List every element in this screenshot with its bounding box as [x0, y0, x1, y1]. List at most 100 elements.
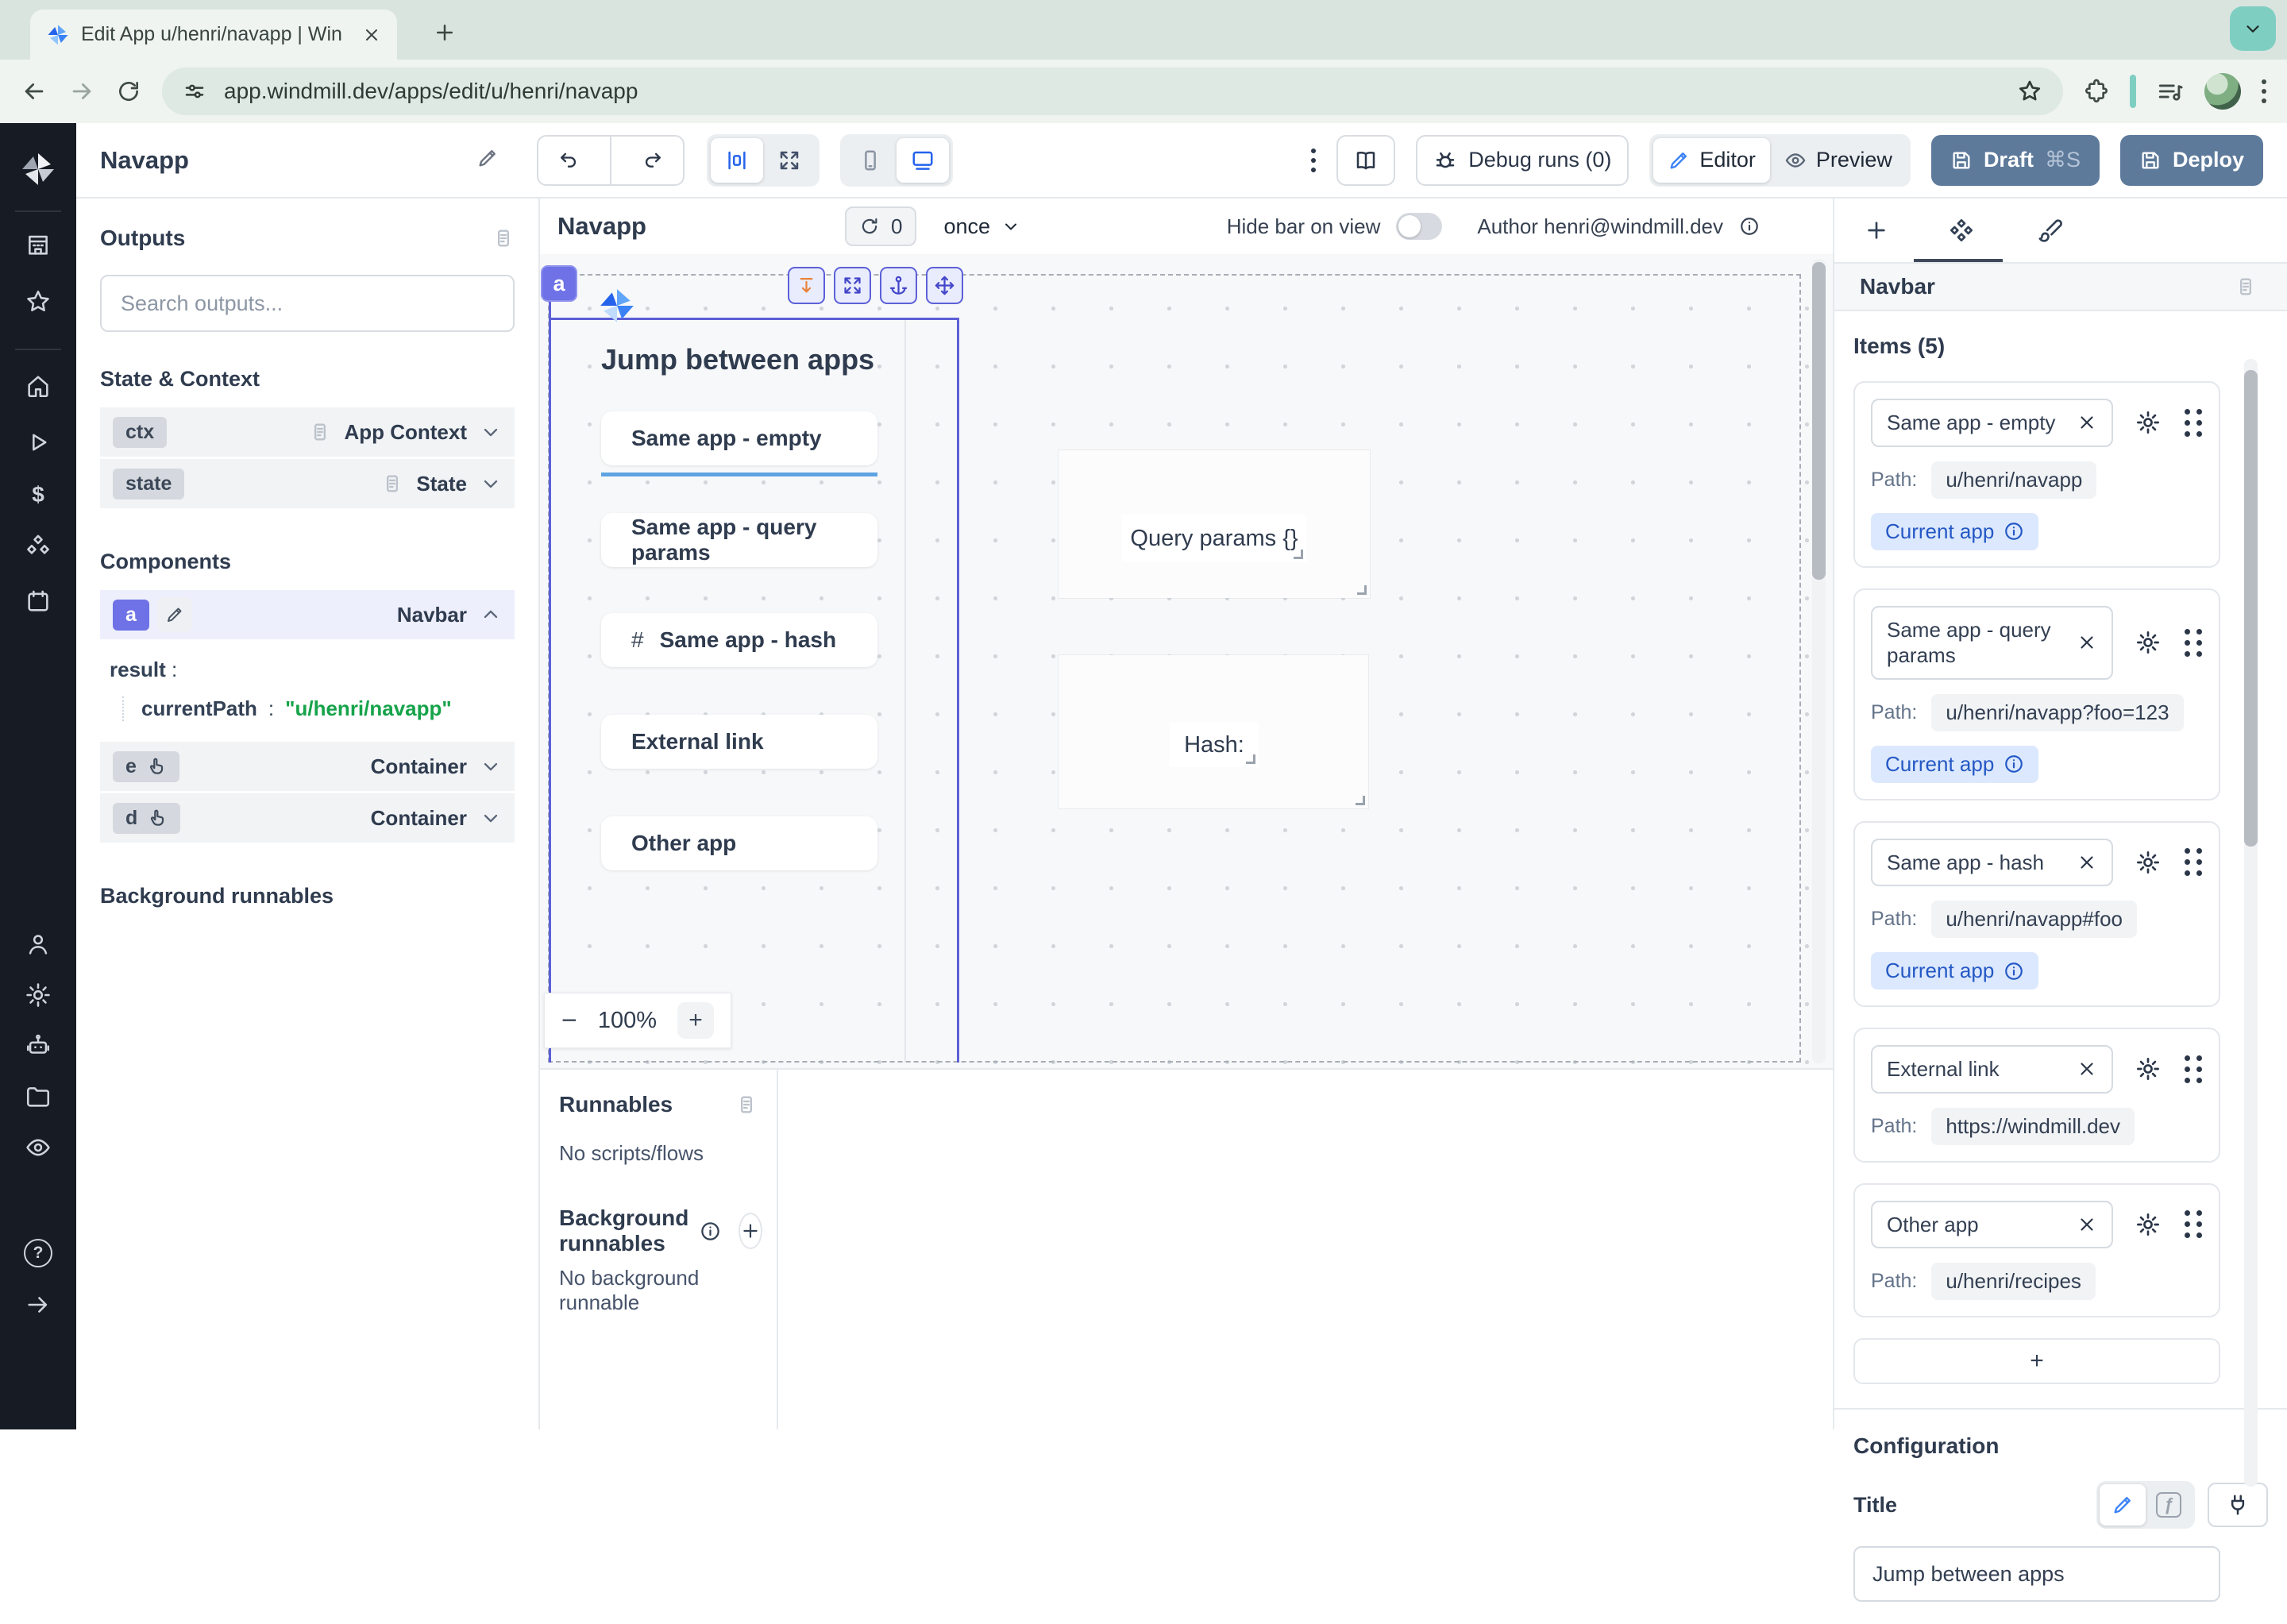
expand-component-button[interactable] [834, 267, 871, 304]
workspace-icon[interactable] [25, 231, 52, 258]
favorites-star-icon[interactable] [25, 288, 52, 315]
edit-id-pencil-icon[interactable] [157, 597, 192, 632]
search-outputs-input[interactable] [100, 275, 515, 332]
item-path[interactable]: u/henri/navapp#foo [1931, 901, 2137, 938]
bookmark-star-icon[interactable] [2017, 79, 2042, 104]
drag-handle[interactable] [2185, 629, 2203, 657]
add-item-button[interactable]: + [1853, 1338, 2220, 1384]
nav-item-hash[interactable]: #Same app - hash [601, 613, 877, 667]
resize-handle[interactable] [1356, 796, 1365, 805]
address-bar[interactable]: app.windmill.dev/apps/edit/u/henri/navap… [162, 68, 2063, 115]
center-layout-button[interactable] [711, 138, 763, 183]
windmill-logo[interactable] [19, 150, 57, 188]
item-label-input[interactable]: Same app - query params [1871, 606, 2113, 680]
clear-label-icon[interactable] [2077, 1214, 2097, 1235]
info-icon[interactable] [2004, 754, 2024, 774]
item-label-input[interactable]: External link [1871, 1045, 2113, 1094]
nav-item-other-app[interactable]: Other app [601, 816, 877, 870]
resources-icon[interactable] [25, 532, 52, 559]
item-settings-gear-icon[interactable] [2135, 1212, 2161, 1237]
nav-item-same-app-empty[interactable]: Same app - empty [601, 411, 877, 465]
site-settings-icon[interactable] [183, 79, 206, 103]
forward-icon[interactable] [68, 78, 95, 105]
styling-tab[interactable] [2038, 218, 2063, 247]
docs-book-button[interactable] [1336, 135, 1395, 186]
connect-plug-button[interactable] [2208, 1483, 2268, 1527]
add-background-runnable-button[interactable] [739, 1213, 762, 1249]
static-mode-pencil-button[interactable] [2100, 1484, 2146, 1526]
chevron-up-icon[interactable] [480, 604, 502, 626]
selected-component-tag[interactable]: a [541, 265, 577, 302]
chevron-down-icon[interactable] [480, 807, 502, 829]
users-icon[interactable] [25, 931, 52, 958]
component-row-container-e[interactable]: e Container [100, 742, 515, 791]
author-info-icon[interactable] [1739, 216, 1760, 237]
clear-label-icon[interactable] [2077, 412, 2097, 433]
tab-search-button[interactable] [2230, 6, 2276, 51]
fill-height-button[interactable] [788, 267, 825, 304]
preview-tab[interactable]: Preview [1770, 138, 1907, 183]
outputs-doc-icon[interactable] [492, 227, 515, 249]
new-tab-button[interactable] [433, 21, 457, 48]
component-doc-icon[interactable] [2235, 276, 2257, 298]
item-label-input[interactable]: Same app - hash [1871, 839, 2113, 887]
back-icon[interactable] [21, 78, 48, 105]
workers-icon[interactable] [25, 1032, 52, 1059]
zoom-in-button[interactable]: + [677, 1002, 714, 1039]
more-menu-icon[interactable] [1311, 149, 1316, 172]
drag-handle[interactable] [2185, 409, 2203, 437]
info-icon[interactable] [2004, 961, 2024, 982]
canvas-scrollbar-thumb[interactable] [1812, 262, 1826, 580]
help-icon[interactable]: ? [24, 1239, 52, 1267]
move-component-button[interactable] [926, 267, 963, 304]
deploy-button[interactable]: Deploy [2120, 135, 2263, 186]
drag-handle[interactable] [2185, 1055, 2203, 1083]
full-width-button[interactable] [763, 138, 816, 183]
panel-scrollbar-track[interactable] [2244, 359, 2258, 1487]
runs-icon[interactable] [25, 429, 52, 456]
nav-item-external-link[interactable]: External link [601, 715, 877, 769]
resize-handle[interactable] [1294, 550, 1303, 559]
component-row-container-d[interactable]: d Container [100, 793, 515, 843]
browser-tab[interactable]: Edit App u/henri/navapp | Win [30, 10, 397, 60]
redo-button[interactable] [623, 149, 683, 172]
run-mode-select[interactable]: once [943, 214, 1020, 239]
desktop-view-button[interactable] [897, 138, 949, 183]
draft-button[interactable]: Draft⌘S [1931, 135, 2100, 186]
rename-pencil-icon[interactable] [476, 147, 499, 173]
item-settings-gear-icon[interactable] [2135, 850, 2161, 875]
app-canvas[interactable]: a Jump between apps Same app - empty Sam… [540, 254, 1833, 1068]
clear-label-icon[interactable] [2077, 852, 2097, 873]
anchor-component-button[interactable] [880, 267, 917, 304]
item-label-input[interactable]: Same app - empty [1871, 399, 2113, 447]
extensions-icon[interactable] [2084, 79, 2109, 104]
canvas-scrollbar-track[interactable] [1812, 259, 1826, 1063]
settings-gear-icon[interactable] [25, 982, 52, 1009]
nav-item-query-params[interactable]: Same app - query params [601, 513, 877, 567]
drag-handle[interactable] [2185, 1210, 2203, 1238]
expand-sidebar-icon[interactable] [25, 1291, 52, 1318]
chevron-down-icon[interactable] [480, 421, 502, 443]
drag-handle[interactable] [2185, 848, 2203, 876]
chevron-down-icon[interactable] [480, 755, 502, 777]
ctx-row[interactable]: ctx App Context [100, 407, 515, 457]
reload-icon[interactable] [116, 79, 141, 104]
query-params-text[interactable]: Query params {} [1122, 515, 1306, 562]
title-field-input[interactable] [1853, 1546, 2220, 1602]
item-path[interactable]: https://windmill.dev [1931, 1108, 2135, 1145]
panel-scrollbar-thumb[interactable] [2244, 370, 2258, 847]
resize-handle[interactable] [1357, 585, 1367, 595]
clear-label-icon[interactable] [2077, 1059, 2097, 1079]
schedules-icon[interactable] [25, 588, 52, 615]
variables-icon[interactable]: $ [32, 484, 44, 506]
component-settings-tab[interactable] [1949, 218, 1974, 247]
folders-icon[interactable] [25, 1083, 52, 1110]
zoom-out-button[interactable]: − [561, 1005, 577, 1036]
debug-runs-button[interactable]: Debug runs (0) [1416, 135, 1629, 186]
background-info-icon[interactable] [700, 1221, 721, 1242]
item-settings-gear-icon[interactable] [2135, 630, 2161, 655]
refresh-count-button[interactable]: 0 [845, 206, 916, 246]
runnables-doc-icon[interactable] [735, 1094, 758, 1116]
undo-button[interactable] [538, 149, 599, 172]
js-mode-button[interactable]: ƒ [2146, 1484, 2192, 1526]
